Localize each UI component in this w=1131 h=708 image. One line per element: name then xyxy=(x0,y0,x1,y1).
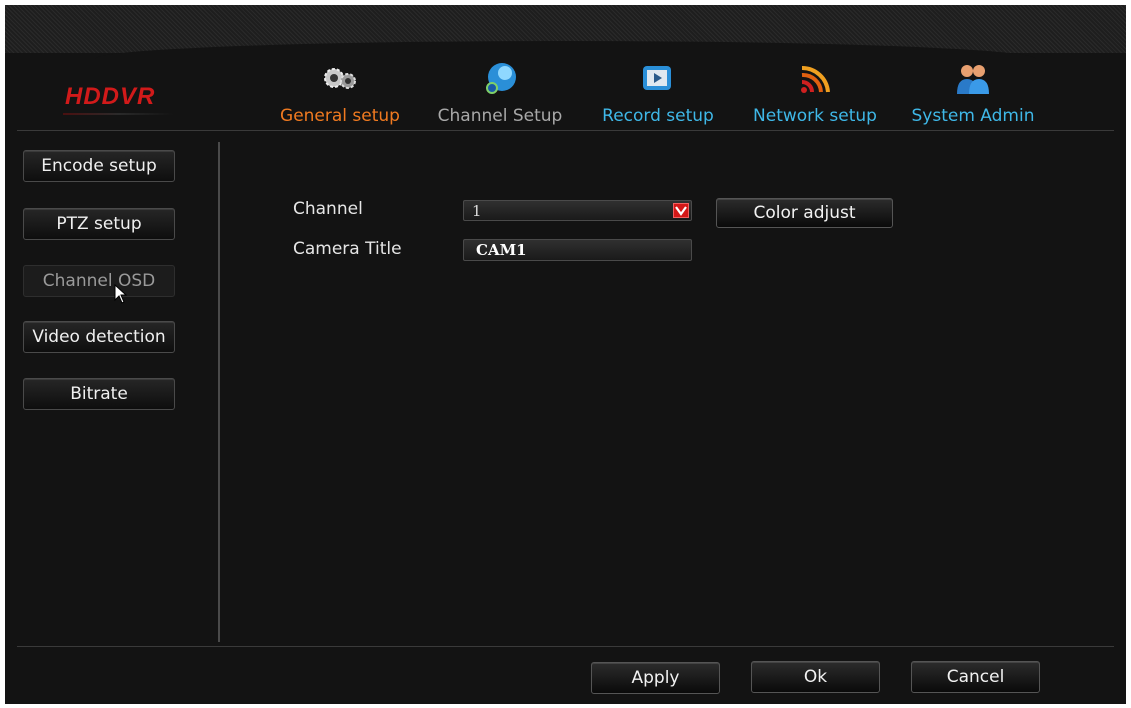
channel-select[interactable]: 1 xyxy=(463,200,692,221)
sidebar-item-encode-setup[interactable]: Encode setup xyxy=(23,150,175,182)
footer-divider xyxy=(17,646,1114,647)
apply-button[interactable]: Apply xyxy=(591,662,720,694)
sidebar-item-video-detection[interactable]: Video detection xyxy=(23,321,175,353)
header-divider xyxy=(17,130,1114,131)
mouse-cursor-icon xyxy=(114,284,128,304)
tab-label: System Admin xyxy=(911,106,1035,126)
sidebar-divider xyxy=(218,142,220,642)
app-logo: HDDVR xyxy=(65,83,156,110)
tab-channel-setup[interactable]: Channel Setup xyxy=(430,60,570,132)
tab-record-setup[interactable]: Record setup xyxy=(593,60,723,132)
dvr-window: HDDVR General setup Channel Setup Record… xyxy=(5,5,1126,704)
wifi-icon xyxy=(801,65,830,93)
tab-label: Channel Setup xyxy=(437,106,563,126)
tab-system-admin[interactable]: System Admin xyxy=(908,60,1038,132)
tab-label: General setup xyxy=(280,106,400,126)
chevron-down-icon[interactable] xyxy=(673,203,689,218)
gears-icon xyxy=(324,68,356,89)
sidebar-item-ptz-setup[interactable]: PTZ setup xyxy=(23,208,175,240)
channel-select-value: 1 xyxy=(472,202,482,220)
sidebar-item-bitrate[interactable]: Bitrate xyxy=(23,378,175,410)
cancel-button[interactable]: Cancel xyxy=(911,661,1040,693)
color-adjust-button[interactable]: Color adjust xyxy=(716,198,893,228)
sidebar-item-channel-osd[interactable]: Channel OSD xyxy=(23,265,175,297)
tab-general-setup[interactable]: General setup xyxy=(275,60,405,132)
tab-network-setup[interactable]: Network setup xyxy=(745,60,885,132)
camera-icon xyxy=(486,63,516,94)
channel-label: Channel xyxy=(293,199,363,219)
film-icon xyxy=(643,66,671,90)
users-icon xyxy=(957,65,989,94)
tab-label: Network setup xyxy=(753,106,877,126)
tab-label: Record setup xyxy=(602,106,714,126)
ok-button[interactable]: Ok xyxy=(751,661,880,693)
logo-underline xyxy=(63,113,173,115)
camera-title-input[interactable]: CAM1 xyxy=(463,239,692,261)
camera-title-label: Camera Title xyxy=(293,239,402,259)
